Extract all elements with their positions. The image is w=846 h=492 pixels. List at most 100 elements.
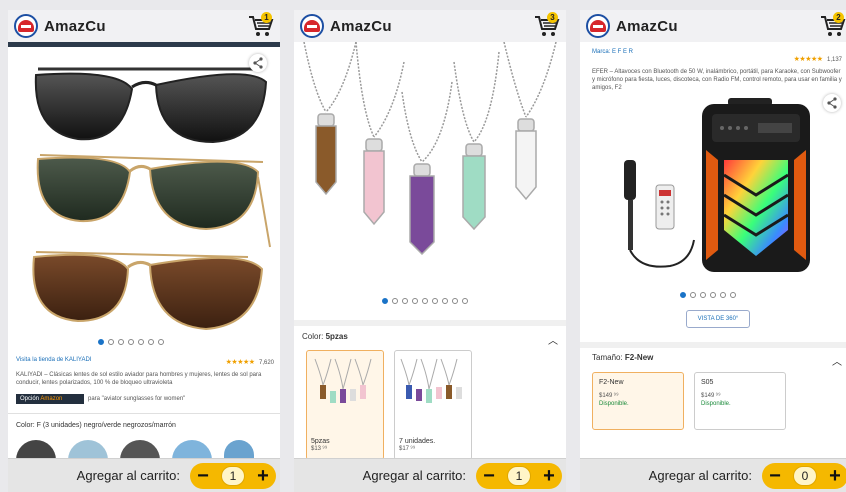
variant-availability: Disponible. <box>599 401 629 407</box>
rating-count: 7,620 <box>258 360 274 366</box>
cart-icon[interactable]: 3 <box>534 12 560 38</box>
pager-dot[interactable] <box>382 298 388 304</box>
pager-dot[interactable] <box>452 298 458 304</box>
color-selector-header[interactable]: Color: 5pzas ︿ <box>302 332 558 347</box>
size-label: Tamaño: <box>592 353 623 362</box>
pager-dot[interactable] <box>442 298 448 304</box>
pager-dot[interactable] <box>138 339 144 345</box>
product-image-speaker[interactable] <box>610 90 820 280</box>
pager-dot[interactable] <box>98 339 104 345</box>
variant-option[interactable]: 7 unidades. $17 ⁹⁹ <box>394 350 472 460</box>
color-label: Color: <box>302 332 324 341</box>
pager-dot[interactable] <box>710 292 716 298</box>
cart-count-badge: 3 <box>547 12 558 23</box>
pager-dot[interactable] <box>148 339 154 345</box>
product-screen-speaker: AmazCu 2 Marca: E F E R ★★★★★ 1,137 EFER… <box>580 10 846 492</box>
image-pager[interactable] <box>680 292 736 298</box>
product-description: EFER – Altavoces con Bluetooth de 50 W, … <box>592 69 842 91</box>
pager-dot[interactable] <box>128 339 134 345</box>
section-divider <box>580 342 846 348</box>
decrement-button[interactable]: − <box>766 464 784 488</box>
decrement-button[interactable]: − <box>194 464 212 488</box>
pager-dot[interactable] <box>108 339 114 345</box>
badge-brand: Amazon <box>40 396 63 402</box>
color-swatch[interactable] <box>68 440 108 460</box>
color-swatch[interactable] <box>16 440 56 460</box>
increment-button[interactable]: + <box>254 464 272 488</box>
quantity-value[interactable]: 1 <box>221 465 245 486</box>
pager-dot[interactable] <box>118 339 124 345</box>
app-bar: AmazCu 3 <box>294 10 566 42</box>
quantity-stepper[interactable]: − 1 + <box>476 462 562 489</box>
pager-dot[interactable] <box>690 292 696 298</box>
variant-price: $149 ⁹⁹ <box>599 393 619 399</box>
variant-name: F2-New <box>599 379 624 386</box>
brand-name: AmazCu <box>616 17 678 35</box>
size-selector-header[interactable]: Tamaño: F2-New ︿ <box>592 353 842 368</box>
collapse-chevron-icon[interactable]: ︿ <box>832 353 842 368</box>
color-swatch[interactable] <box>120 440 160 460</box>
pager-dot[interactable] <box>730 292 736 298</box>
brand-name: AmazCu <box>44 17 106 35</box>
color-swatches[interactable] <box>16 440 254 460</box>
add-to-cart-label: Agregar al carrito: <box>362 468 466 483</box>
rating[interactable]: ★★★★★ 1,137 <box>794 48 842 66</box>
variant-thumbnail <box>400 358 462 403</box>
quantity-stepper[interactable]: − 1 + <box>190 462 276 489</box>
add-to-cart-bar: Agregar al carrito: − 1 + <box>294 458 566 492</box>
image-pager[interactable] <box>382 298 468 304</box>
brand-link[interactable]: Marca: E F E R <box>592 48 633 66</box>
app-logo[interactable] <box>300 14 324 38</box>
share-icon[interactable] <box>823 94 841 112</box>
pager-dot[interactable] <box>422 298 428 304</box>
variant-name: 5pzas <box>311 438 330 445</box>
product-info: Marca: E F E R ★★★★★ 1,137 EFER – Altavo… <box>592 48 842 92</box>
pager-dot[interactable] <box>680 292 686 298</box>
rating[interactable]: ★★★★★ 7,620 <box>226 351 274 369</box>
pager-dot[interactable] <box>720 292 726 298</box>
star-rating-icon: ★★★★★ <box>225 359 255 366</box>
image-pager[interactable] <box>98 339 164 345</box>
product-image-necklaces[interactable] <box>294 41 566 307</box>
quantity-value[interactable]: 1 <box>507 465 531 486</box>
cart-count-badge: 1 <box>261 12 272 23</box>
product-description: KALIYADI – Clásicas lentes de sol estilo… <box>16 372 262 386</box>
increment-button[interactable]: + <box>826 464 844 488</box>
quantity-stepper[interactable]: − 0 + <box>762 462 846 489</box>
quantity-value[interactable]: 0 <box>793 465 817 486</box>
pager-dot[interactable] <box>462 298 468 304</box>
app-bar: AmazCu 1 <box>8 10 280 42</box>
pager-dot[interactable] <box>392 298 398 304</box>
store-link[interactable]: Visita la tienda de KALIYADI <box>16 356 92 364</box>
app-logo[interactable] <box>14 14 38 38</box>
share-icon[interactable] <box>249 54 267 72</box>
pager-dot[interactable] <box>158 339 164 345</box>
variant-option[interactable]: F2-New $149 ⁹⁹ Disponible. <box>592 372 684 430</box>
app-bar: AmazCu 2 <box>580 10 846 42</box>
color-swatch[interactable] <box>172 440 212 460</box>
color-label: Color: F (3 unidades) negro/verde negroz… <box>16 422 176 429</box>
add-to-cart-bar: Agregar al carrito: − 1 + <box>8 458 280 492</box>
variant-price: $17 ⁹⁹ <box>399 446 416 452</box>
variant-availability: Disponible. <box>701 401 731 407</box>
cart-count-badge: 2 <box>833 12 844 23</box>
pager-dot[interactable] <box>402 298 408 304</box>
pager-dot[interactable] <box>700 292 706 298</box>
product-image-sunglasses[interactable] <box>8 47 280 347</box>
cart-icon[interactable]: 2 <box>820 12 846 38</box>
variant-option[interactable]: 5pzas $13 ⁹⁹ <box>306 350 384 460</box>
variant-price: $149 ⁹⁹ <box>701 393 721 399</box>
add-to-cart-bar: Agregar al carrito: − 0 + <box>580 458 846 492</box>
pager-dot[interactable] <box>412 298 418 304</box>
variant-thumbnail <box>314 358 372 403</box>
color-value: 5pzas <box>325 332 348 341</box>
cart-icon[interactable]: 1 <box>248 12 274 38</box>
app-logo[interactable] <box>586 14 610 38</box>
color-swatch[interactable] <box>224 440 254 460</box>
collapse-chevron-icon[interactable]: ︿ <box>548 332 558 347</box>
decrement-button[interactable]: − <box>480 464 498 488</box>
view-360-button[interactable]: VISTA DE 360° <box>686 310 750 328</box>
pager-dot[interactable] <box>432 298 438 304</box>
increment-button[interactable]: + <box>540 464 558 488</box>
variant-option[interactable]: S05 $149 ⁹⁹ Disponible. <box>694 372 786 430</box>
